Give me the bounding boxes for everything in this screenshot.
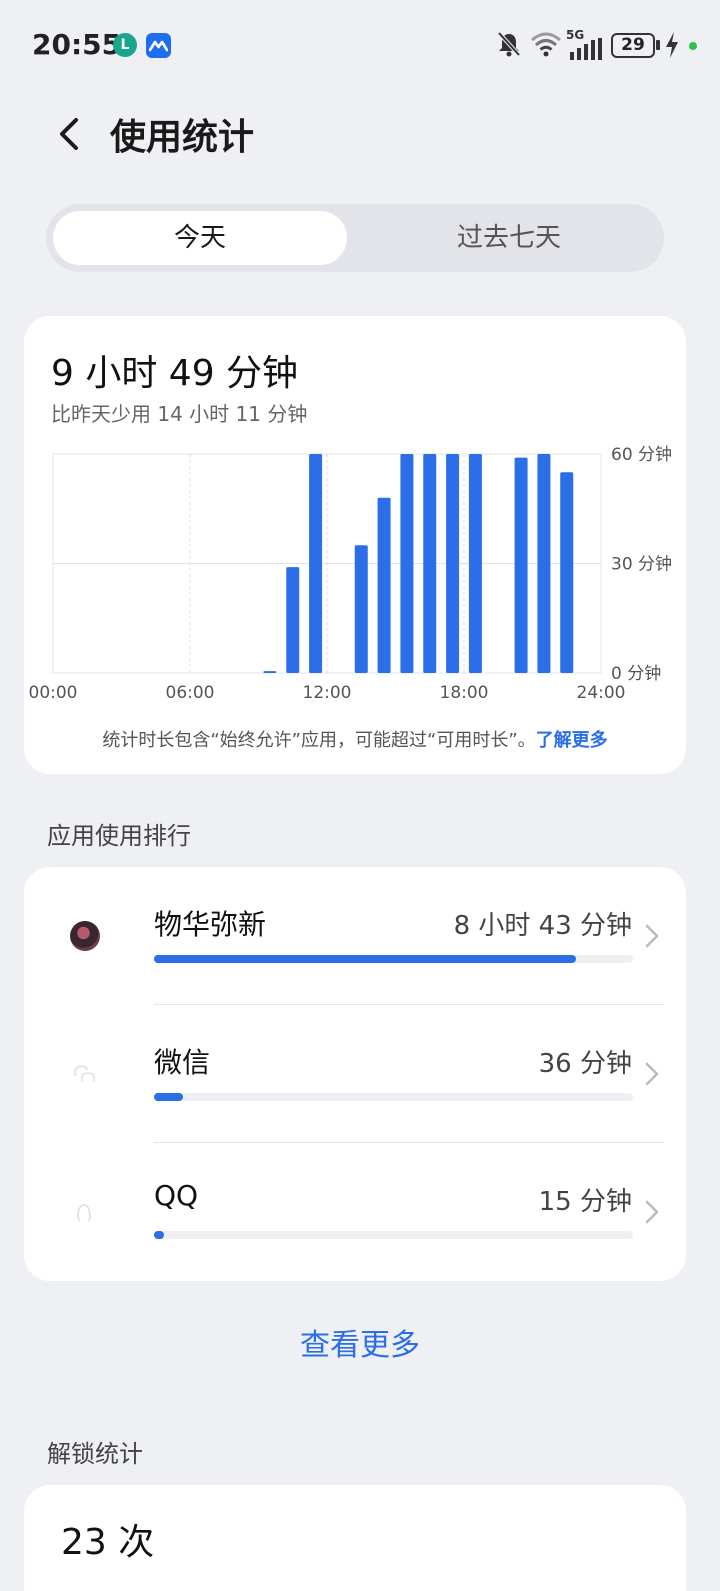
chart-bar	[354, 545, 368, 673]
chevron-left-icon	[60, 118, 78, 150]
chart-bar	[560, 472, 574, 673]
chart-bar	[377, 497, 391, 673]
tab-past-seven-days[interactable]: 过去七天	[362, 211, 656, 265]
app-name: 物华弥新	[154, 908, 267, 941]
unlock-count: 23 次	[61, 1522, 155, 1563]
chart-bar	[263, 671, 277, 673]
privacy-indicator-dot	[689, 42, 697, 50]
app-name: QQ	[154, 1179, 199, 1212]
wechat-icon	[74, 1065, 96, 1082]
tab-today[interactable]: 今天	[53, 211, 347, 265]
chart-bar	[468, 454, 482, 673]
unlock-card: 23 次	[24, 1485, 686, 1591]
usage-bar-track	[154, 1231, 633, 1239]
battery-icon: 29	[611, 33, 655, 58]
app-usage-time: 8 小时 43 分钟	[453, 911, 632, 941]
chart-y-tick-label: 60 分钟	[611, 445, 672, 465]
silent-icon	[497, 31, 521, 57]
chart-bar	[286, 567, 300, 673]
usage-card: 9 小时 49 分钟 比昨天少用 14 小时 11 分钟 00:00 06:00 1…	[24, 316, 686, 774]
chart-bar	[537, 454, 551, 673]
header: 使用统计	[0, 100, 720, 164]
chart-bar	[446, 454, 460, 673]
chart-note: 统计时长包含“始终允许”应用，可能超过“可用时长”。了解更多	[24, 726, 686, 752]
status-time: 20:55	[32, 28, 122, 61]
list-item[interactable]: QQ 15 分钟	[24, 1143, 686, 1281]
usage-bar-fill	[154, 955, 576, 963]
chart-bar	[400, 454, 414, 673]
app-usage-time: 36 分钟	[538, 1049, 632, 1079]
chevron-right-icon	[645, 1200, 659, 1224]
back-button[interactable]	[50, 110, 90, 154]
battery-cap	[656, 40, 660, 50]
chart-x-tick-label: 24:00	[577, 683, 626, 703]
learn-more-link[interactable]: 了解更多	[536, 730, 608, 751]
chart-x-tick-label: 00:00	[29, 683, 78, 703]
wifi-icon	[531, 32, 561, 57]
chart-y-tick-label: 30 分钟	[611, 555, 672, 575]
signal-icon	[570, 38, 602, 60]
page-title: 使用统计	[110, 117, 255, 158]
qq-icon	[77, 1204, 91, 1222]
chart-bar	[423, 454, 437, 673]
messenger-icon	[146, 33, 171, 58]
list-item[interactable]: 微信 36 分钟	[24, 1005, 686, 1143]
chart-note-text: 统计时长包含“始终允许”应用，可能超过“可用时长”。	[102, 730, 536, 751]
chart-bar	[514, 457, 528, 673]
unlock-section-title: 解锁统计	[47, 1440, 143, 1468]
chevron-right-icon	[645, 924, 659, 948]
see-more-button[interactable]: 查看更多	[0, 1320, 720, 1364]
charging-icon	[666, 32, 678, 58]
chart-x-tick-label: 18:00	[440, 683, 489, 703]
chart-y-tick-label: 0 分钟	[611, 664, 661, 684]
app-name: 微信	[154, 1046, 211, 1079]
app-avatar-icon	[70, 921, 100, 951]
ranking-section-title: 应用使用排行	[47, 822, 191, 850]
usage-bar-fill	[154, 1231, 164, 1239]
usage-bar-chart: 00:00 06:00 12:00 18:00 24:00 60 分钟 30 分钟 0 分钟	[29, 445, 673, 703]
ranking-card: 物华弥新 8 小时 43 分钟 微信 36 分钟 QQ 15 分钟	[24, 867, 686, 1281]
usage-bar-fill	[154, 1093, 183, 1101]
app-usage-time: 15 分钟	[538, 1187, 632, 1217]
chart-x-tick-label: 06:00	[166, 683, 215, 703]
usage-bar-track	[154, 1093, 633, 1101]
status-bar: 20:55 L 5G 29	[0, 0, 720, 90]
chevron-right-icon	[645, 1062, 659, 1086]
status-indicators: 5G 29	[496, 28, 706, 60]
chart-bar	[309, 454, 323, 673]
list-item[interactable]: 物华弥新 8 小时 43 分钟	[24, 867, 686, 1005]
app-l-icon: L	[113, 33, 137, 57]
usage-bar-track	[154, 955, 633, 963]
chart-x-tick-label: 12:00	[303, 683, 352, 703]
period-tabs: 今天 过去七天	[46, 204, 664, 272]
